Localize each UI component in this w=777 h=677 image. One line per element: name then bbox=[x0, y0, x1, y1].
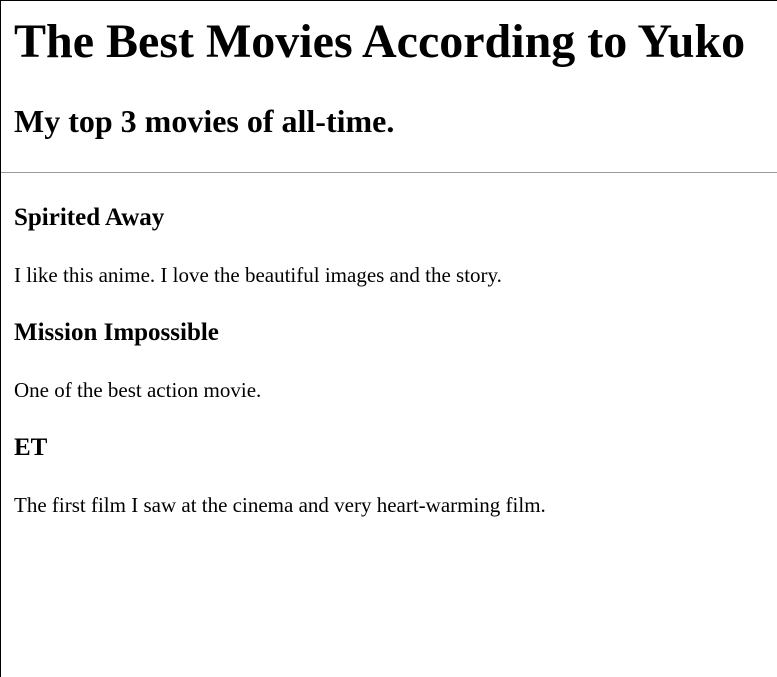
horizontal-divider bbox=[1, 172, 777, 173]
movie-title-mission-impossible: Mission Impossible bbox=[14, 319, 219, 346]
movie-description-et: The first film I saw at the cinema and v… bbox=[14, 493, 546, 517]
movie-description-mission-impossible: One of the best action movie. bbox=[14, 378, 262, 402]
page: The Best Movies According to Yuko My top… bbox=[1, 1, 777, 677]
page-subtitle: My top 3 movies of all-time. bbox=[14, 103, 395, 139]
movie-description-spirited-away: I like this anime. I love the beautiful … bbox=[14, 263, 502, 287]
movie-title-spirited-away: Spirited Away bbox=[14, 204, 165, 231]
movie-title-et: ET bbox=[14, 434, 48, 461]
page-title: The Best Movies According to Yuko bbox=[14, 15, 746, 68]
